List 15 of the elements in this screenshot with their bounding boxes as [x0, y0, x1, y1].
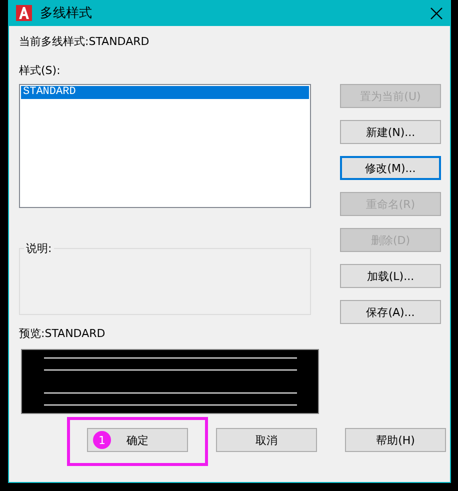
dialog-button[interactable]: 取消 [216, 428, 317, 452]
side-button[interactable]: 修改(M)... [340, 156, 441, 180]
description-label: 说明: [24, 241, 54, 256]
side-button[interactable]: 保存(A)... [340, 300, 441, 324]
close-icon[interactable] [430, 6, 443, 20]
styles-label: 样式(S): [19, 63, 62, 78]
preview-label: 预览:STANDARD [19, 326, 106, 341]
styles-list[interactable]: STANDARD [19, 84, 311, 208]
current-style-label: 当前多线样式:STANDARD [19, 34, 150, 49]
window-title: 多线样式 [40, 5, 93, 22]
side-button[interactable]: 加载(L)... [340, 264, 441, 288]
style-item[interactable]: STANDARD [21, 86, 309, 99]
dialog-button[interactable]: 帮助(H) [345, 428, 446, 452]
app-logo-icon [16, 5, 32, 21]
side-button[interactable]: 新建(N)... [340, 120, 441, 144]
